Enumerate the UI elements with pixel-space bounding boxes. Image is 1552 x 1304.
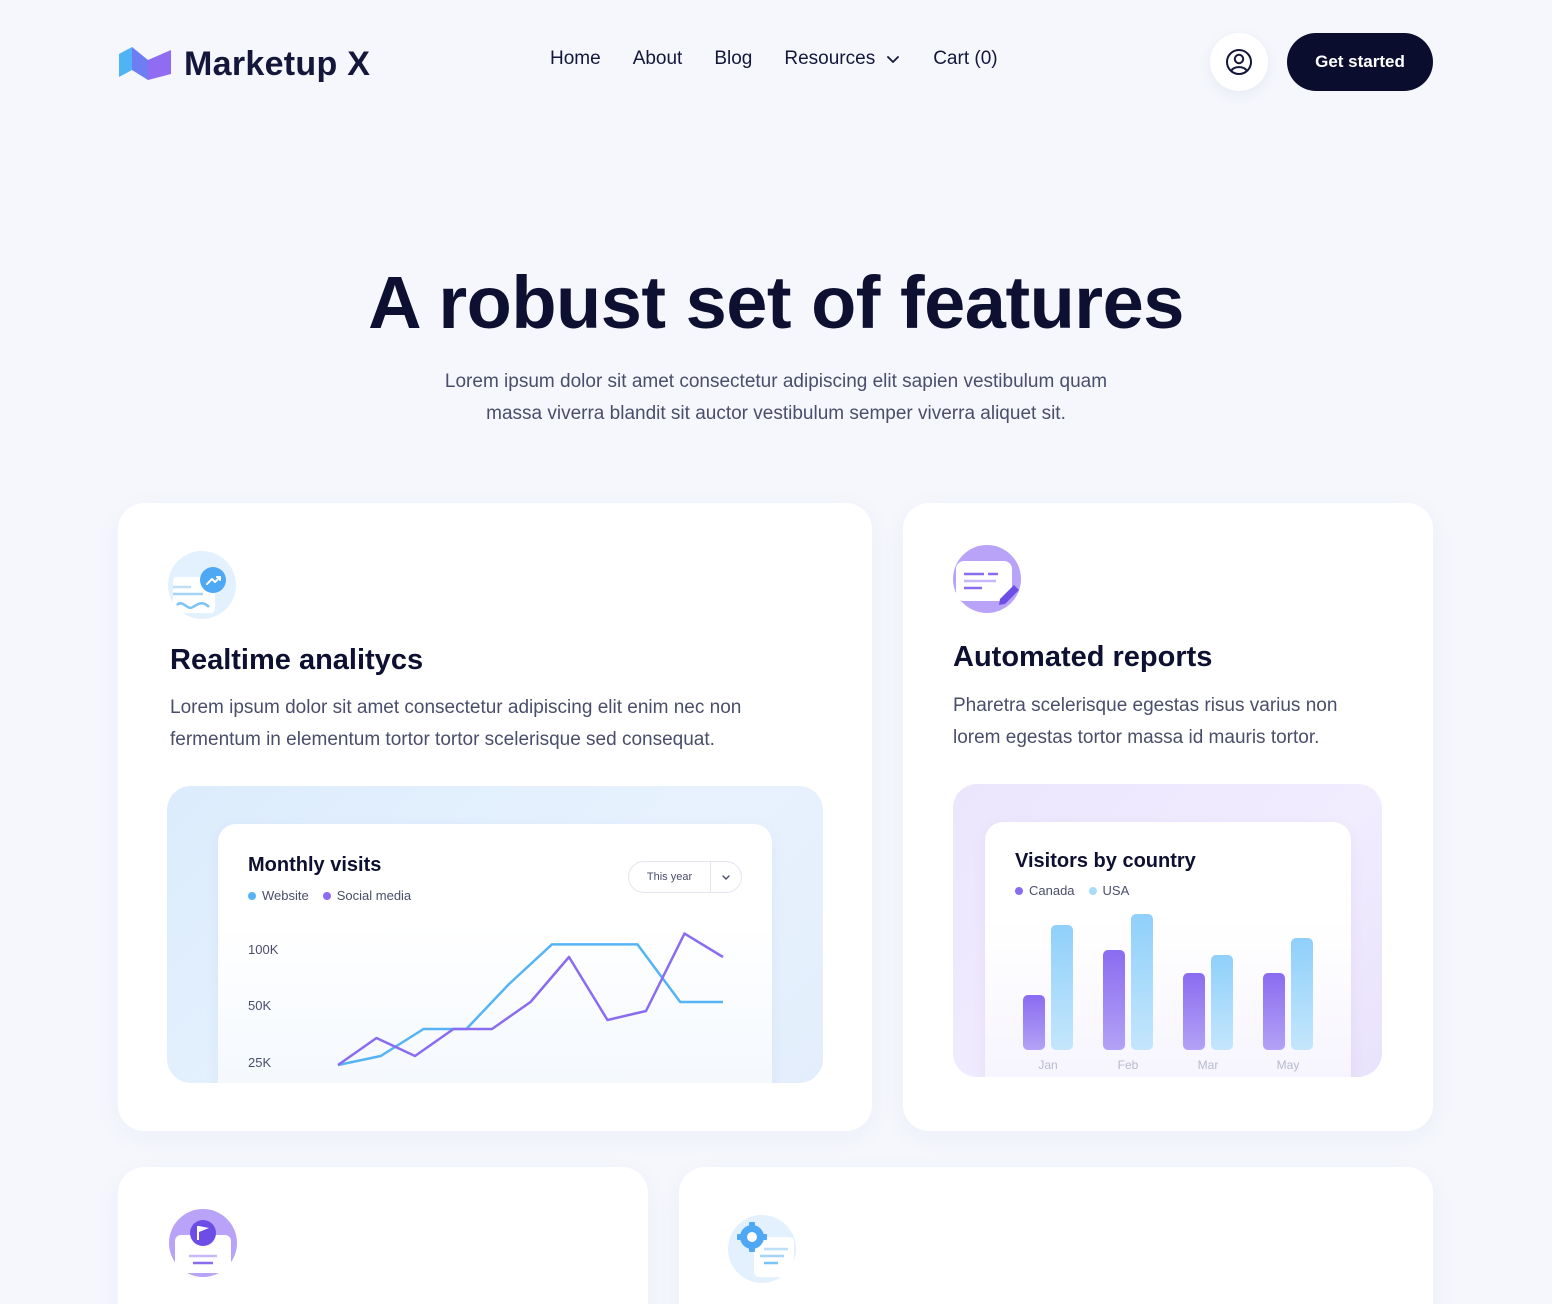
bar-usa-mar: [1211, 955, 1233, 1050]
feature-title: Realtime analitycs: [170, 644, 424, 676]
feature-card-3: [118, 1167, 648, 1304]
feature-card-automated-reports: Automated reports Pharetra scelerisque e…: [903, 503, 1433, 1131]
report-icon: [953, 545, 1021, 613]
chevron-down-icon: [887, 56, 900, 63]
nav-about[interactable]: About: [633, 48, 683, 70]
feature-card-4: [679, 1167, 1433, 1304]
visitors-by-country-widget: Visitors by country Canada USA Jan Feb Mar…: [985, 822, 1351, 1077]
nav-resources-label: Resources: [784, 48, 876, 69]
nav-links: Home About Blog Resources Cart (0): [550, 48, 1030, 70]
analytics-icon: [168, 551, 236, 619]
page-subtitle-line-2: massa viverra blandit sit auctor vestibu…: [486, 403, 1066, 424]
visitors-bar-chart: Jan Feb Mar May: [1023, 914, 1313, 1072]
monthly-visits-line-chart: [337, 932, 724, 1067]
page-subtitle: Lorem ipsum dolor sit amet consectetur a…: [376, 366, 1176, 430]
nav-cart[interactable]: Cart (0): [933, 48, 997, 70]
page-subtitle-line-1: Lorem ipsum dolor sit amet consectetur a…: [444, 371, 1108, 392]
x-tick-label: Jan: [1038, 1058, 1057, 1072]
bar-usa-feb: [1131, 914, 1153, 1050]
feature-description-line-2: fermentum in elementum tortor tortor sce…: [170, 729, 715, 750]
page-title: A robust set of features: [368, 261, 1184, 344]
x-tick-label: Feb: [1118, 1058, 1139, 1072]
nav-blog[interactable]: Blog: [714, 48, 752, 70]
bar-canada-jan: [1023, 995, 1045, 1050]
monthly-visits-widget-background: Monthly visits Website Social media This…: [167, 786, 823, 1083]
brand-mark-icon: [119, 47, 171, 80]
bar-usa-jan: [1051, 925, 1073, 1050]
feature-description: Lorem ipsum dolor sit amet consectetur a…: [170, 692, 830, 756]
feature-description-line-1: Pharetra scelerisque egestas risus variu…: [953, 695, 1338, 716]
feature-card-realtime-analytics: Realtime analitycs Lorem ipsum dolor sit…: [118, 503, 872, 1131]
brand-name: Marketup X: [184, 44, 371, 83]
user-icon: [1226, 49, 1252, 75]
monthly-visits-widget: Monthly visits Website Social media This…: [218, 824, 772, 1083]
account-button[interactable]: [1210, 33, 1268, 91]
brand-logo[interactable]: Marketup X: [118, 44, 370, 84]
top-navigation: Marketup X Home About Blog Resources Car…: [0, 0, 1552, 124]
visitors-widget-background: Visitors by country Canada USA Jan Feb Mar…: [953, 784, 1382, 1077]
feature-description-line-1: Lorem ipsum dolor sit amet consectetur a…: [170, 697, 742, 718]
x-tick-label: Mar: [1198, 1058, 1219, 1072]
bar-canada-feb: [1103, 950, 1125, 1050]
feature-title: Automated reports: [953, 641, 1213, 673]
settings-doc-icon: [728, 1215, 796, 1283]
flag-badge-icon: [169, 1209, 237, 1277]
nav-home[interactable]: Home: [550, 48, 601, 70]
bar-canada-mar: [1183, 973, 1205, 1050]
nav-resources[interactable]: Resources: [784, 48, 901, 70]
bar-usa-may: [1291, 938, 1313, 1050]
get-started-button[interactable]: Get started: [1287, 33, 1433, 91]
feature-description-line-2: lorem egestas tortor massa id mauris tor…: [953, 727, 1320, 748]
x-tick-label: May: [1277, 1058, 1300, 1072]
feature-description: Pharetra scelerisque egestas risus variu…: [953, 690, 1393, 754]
bar-canada-may: [1263, 973, 1285, 1050]
